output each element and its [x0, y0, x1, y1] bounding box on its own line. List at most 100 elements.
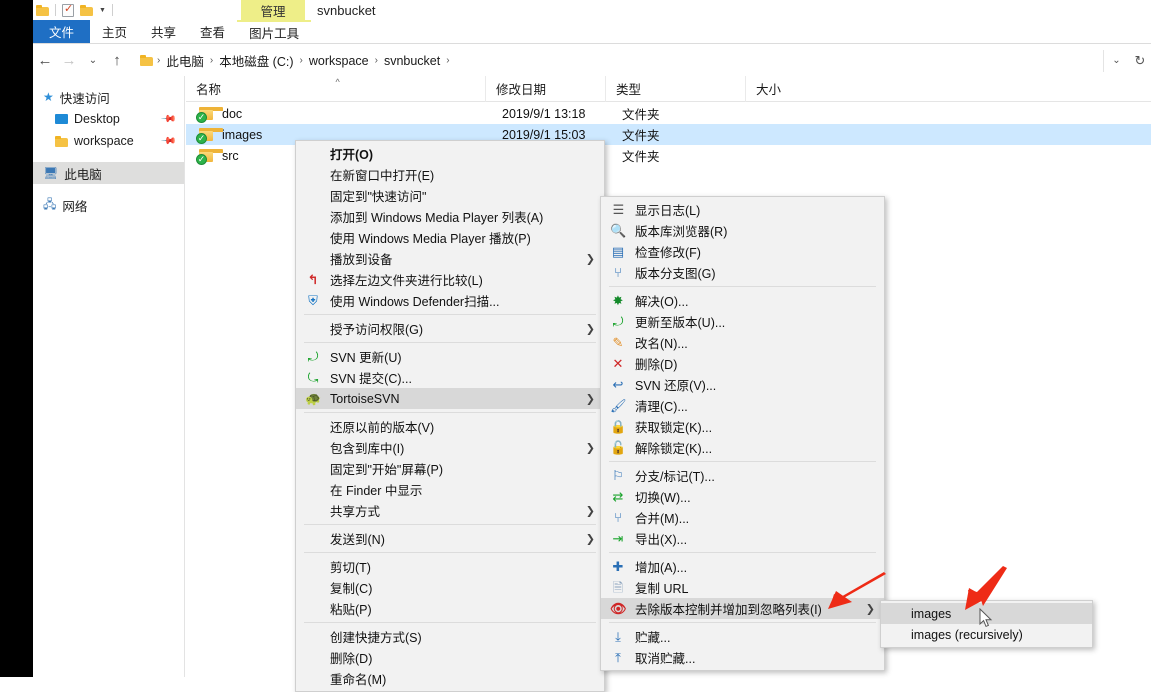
- menu-separator: [304, 552, 596, 553]
- menu-item-show-in-finder[interactable]: 在 Finder 中显示: [296, 479, 604, 500]
- pin-icon[interactable]: 📌: [159, 133, 176, 150]
- breadcrumb-item-local-disk[interactable]: 本地磁盘 (C:): [217, 51, 295, 70]
- menu-item-merge[interactable]: ⑂ 合并(M)...: [601, 507, 884, 528]
- properties-icon[interactable]: [62, 3, 74, 17]
- network-icon: 🖧: [43, 196, 57, 211]
- breadcrumb-item-workspace[interactable]: workspace: [307, 54, 371, 68]
- menu-item-export[interactable]: ⇥ 导出(X)...: [601, 528, 884, 549]
- menu-item-add[interactable]: ✚ 增加(A)...: [601, 556, 884, 577]
- sidebar-item-this-pc[interactable]: 🖥 此电脑: [33, 162, 184, 184]
- pin-icon[interactable]: 📌: [159, 111, 176, 128]
- forward-button[interactable]: →: [57, 52, 81, 69]
- tortoisesvn-icon: 🐢: [305, 390, 322, 406]
- menu-item-share-with[interactable]: 共享方式 ❯: [296, 500, 604, 521]
- menu-item-rename[interactable]: 重命名(M): [296, 668, 604, 689]
- column-header-modified[interactable]: 修改日期: [486, 75, 606, 102]
- menu-item-play-with-wmp[interactable]: 使用 Windows Media Player 播放(P): [296, 227, 604, 248]
- chevron-right-icon: ❯: [585, 253, 595, 265]
- menu-item-svn-commit[interactable]: ⤿ SVN 提交(C)...: [296, 367, 604, 388]
- menu-item-stash[interactable]: ⤓ 贮藏...: [601, 626, 884, 647]
- sidebar-item-workspace[interactable]: workspace 📌: [33, 130, 184, 152]
- menu-item-unstash[interactable]: ⤒ 取消贮藏...: [601, 647, 884, 668]
- menu-item-label: 删除(D): [330, 652, 373, 666]
- menu-item-revision-graph[interactable]: ⑂ 版本分支图(G): [601, 262, 884, 283]
- tab-picture-tools[interactable]: 图片工具: [237, 20, 312, 43]
- sidebar-item-quick-access[interactable]: ★ 快速访问: [33, 86, 184, 108]
- menu-item-paste[interactable]: 粘贴(P): [296, 598, 604, 619]
- menu-item-restore-previous-versions[interactable]: 还原以前的版本(V): [296, 416, 604, 437]
- crumb-separator-1[interactable]: ›: [206, 55, 217, 66]
- menu-item-repo-browser[interactable]: 🔍 版本库浏览器(R): [601, 220, 884, 241]
- nav-spacer-2: [33, 152, 184, 162]
- chevron-down-icon[interactable]: ⌄: [1103, 49, 1129, 72]
- menu-item-grant-access[interactable]: 授予访问权限(G) ❯: [296, 318, 604, 339]
- menu-item-cut[interactable]: 剪切(T): [296, 556, 604, 577]
- cell-type: 文件夹: [622, 129, 660, 143]
- menu-item-get-lock[interactable]: 🔒 获取锁定(K)...: [601, 416, 884, 437]
- menu-item-delete[interactable]: ✕ 删除(D): [601, 353, 884, 374]
- menu-item-copy[interactable]: 复制(C): [296, 577, 604, 598]
- svn-normal-overlay-icon: ✓: [196, 111, 207, 123]
- breadcrumb[interactable]: › 此电脑 › 本地磁盘 (C:) › workspace › svnbucke…: [135, 49, 1103, 72]
- menu-item-tortoisesvn[interactable]: 🐢 TortoiseSVN ❯: [296, 388, 604, 409]
- menu-item-update-to-revision[interactable]: ⤾ 更新至版本(U)...: [601, 311, 884, 332]
- tab-view[interactable]: 查看: [188, 20, 237, 43]
- menu-item-include-in-library[interactable]: 包含到库中(I) ❯: [296, 437, 604, 458]
- menu-item-select-left-folder-compare[interactable]: ↰ 选择左边文件夹进行比较(L): [296, 269, 604, 290]
- column-header-type[interactable]: 类型: [606, 75, 746, 102]
- menu-item-label: 贮藏...: [635, 631, 671, 645]
- sidebar-item-label: 快速访问: [59, 91, 110, 106]
- column-header-label: 名称: [196, 83, 222, 97]
- menu-item-cleanup[interactable]: 🖌 清理(C)...: [601, 395, 884, 416]
- menu-item-label: 共享方式: [330, 505, 381, 519]
- menu-item-add-to-wmp-list[interactable]: 添加到 Windows Media Player 列表(A): [296, 206, 604, 227]
- column-header-label: 类型: [616, 83, 642, 97]
- tab-share[interactable]: 共享: [139, 20, 188, 43]
- new-folder-icon[interactable]: [80, 4, 93, 16]
- column-header-name[interactable]: ^ 名称: [186, 75, 486, 102]
- menu-item-copy-url[interactable]: 🗎 复制 URL: [601, 577, 884, 598]
- crumb-separator-4[interactable]: ›: [442, 55, 453, 66]
- back-button[interactable]: ←: [33, 52, 57, 69]
- menu-item-check-modifications[interactable]: ▤ 检查修改(F): [601, 241, 884, 262]
- menu-item-release-lock[interactable]: 🔓 解除锁定(K)...: [601, 437, 884, 458]
- table-row[interactable]: ✓ doc 2019/9/1 13:18 文件夹: [186, 103, 1151, 124]
- sidebar-item-desktop[interactable]: Desktop 📌: [33, 108, 184, 130]
- menu-item-switch[interactable]: ⇄ 切换(W)...: [601, 486, 884, 507]
- menu-item-svn-revert[interactable]: ↩ SVN 还原(V)...: [601, 374, 884, 395]
- stash-icon: ⤓: [615, 628, 621, 644]
- menu-item-show-log[interactable]: ☰ 显示日志(L): [601, 199, 884, 220]
- customize-caret-icon[interactable]: ▼: [99, 7, 106, 14]
- breadcrumb-item-svnbucket[interactable]: svnbucket: [382, 54, 442, 68]
- folder-icon[interactable]: [36, 4, 49, 16]
- up-button[interactable]: ↑: [105, 52, 129, 69]
- menu-item-pin-to-start[interactable]: 固定到"开始"屏幕(P): [296, 458, 604, 479]
- menu-item-cast-to-device[interactable]: 播放到设备 ❯: [296, 248, 604, 269]
- menu-item-rename[interactable]: ✎ 改名(N)...: [601, 332, 884, 353]
- tab-file[interactable]: 文件: [33, 20, 91, 43]
- toolbar-divider-2: [111, 4, 113, 16]
- crumb-separator-2[interactable]: ›: [296, 55, 307, 66]
- menu-item-open-new-window[interactable]: 在新窗口中打开(E): [296, 164, 604, 185]
- breadcrumb-item-this-pc[interactable]: 此电脑: [164, 51, 206, 70]
- menu-item-defender-scan[interactable]: ⛨ 使用 Windows Defender扫描...: [296, 290, 604, 311]
- refresh-icon[interactable]: ↻: [1129, 50, 1151, 72]
- column-header-size[interactable]: 大小: [746, 76, 836, 102]
- update-to-revision-icon: ⤾: [612, 313, 624, 329]
- menu-item-create-shortcut[interactable]: 创建快捷方式(S): [296, 626, 604, 647]
- cell-type: 文件夹: [622, 108, 660, 122]
- menu-item-branch-tag[interactable]: ⚐ 分支/标记(T)...: [601, 465, 884, 486]
- menu-item-delete[interactable]: 删除(D): [296, 647, 604, 668]
- recent-locations-button[interactable]: ⌄: [81, 55, 105, 66]
- menu-item-svn-update[interactable]: ⤾ SVN 更新(U): [296, 346, 604, 367]
- menu-item-unversion-and-add-to-ignore-list[interactable]: 👁 去除版本控制并增加到忽略列表(I) ❯: [601, 598, 884, 619]
- menu-item-label: images (recursively): [911, 627, 1023, 642]
- menu-item-pin-quick-access[interactable]: 固定到"快速访问": [296, 185, 604, 206]
- tab-home[interactable]: 主页: [90, 20, 139, 43]
- menu-item-resolve[interactable]: ✸ 解决(O)...: [601, 290, 884, 311]
- sidebar-item-network[interactable]: 🖧 网络: [33, 194, 184, 216]
- star-icon: ★: [43, 90, 54, 104]
- menu-item-open[interactable]: 打开(O): [296, 143, 604, 164]
- menu-item-send-to[interactable]: 发送到(N) ❯: [296, 528, 604, 549]
- crumb-separator-3[interactable]: ›: [371, 55, 382, 66]
